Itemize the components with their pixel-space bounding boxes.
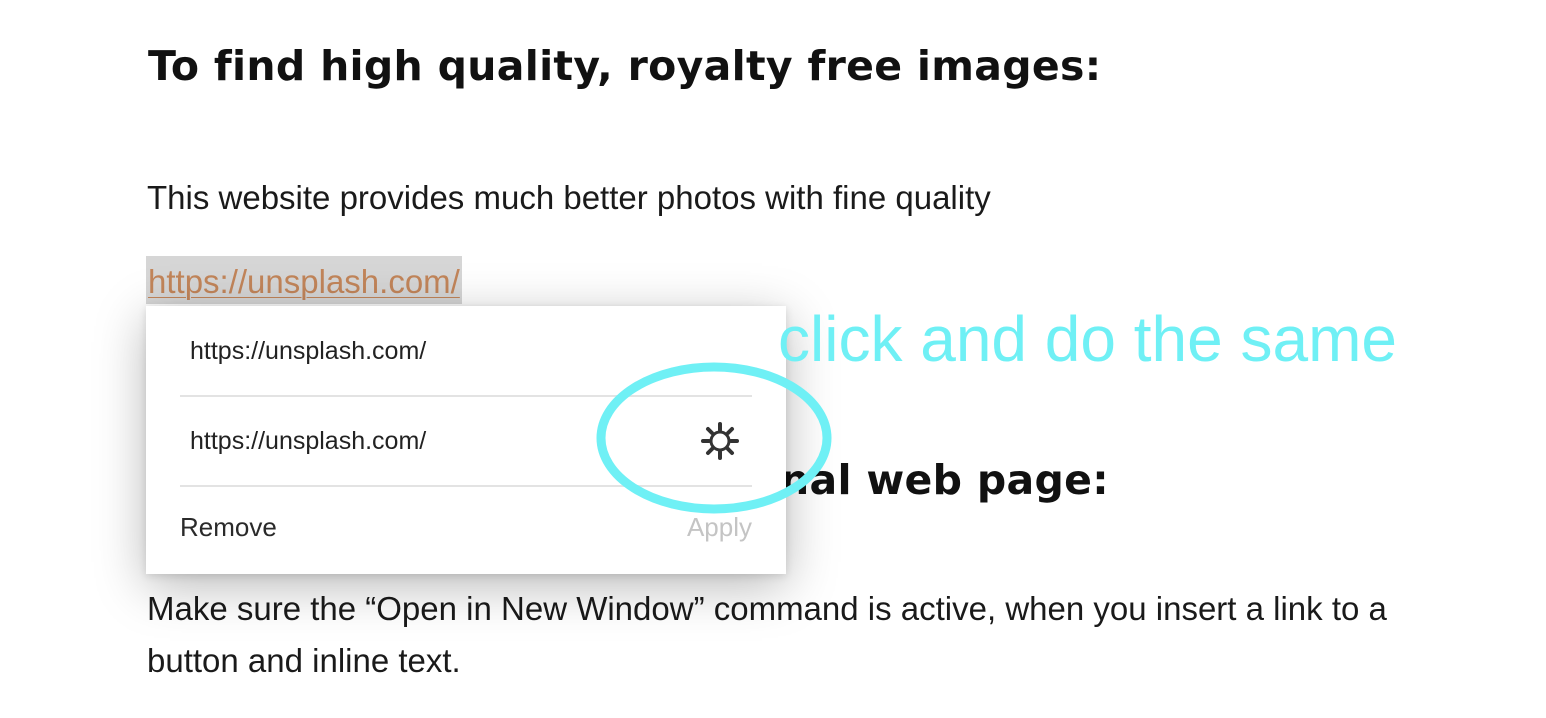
annotation-instruction-text: click and do the same [778,303,1397,375]
popup-actions: Remove Apply [180,506,752,556]
link-url-value[interactable]: https://unsplash.com/ [190,427,426,456]
link-edit-popup: https://unsplash.com/ https://unsplash.c… [146,306,786,574]
gear-icon[interactable] [700,421,740,461]
selected-link-text[interactable]: https://unsplash.com/ [146,256,462,304]
link-text-value[interactable]: https://unsplash.com/ [190,337,426,366]
link-url-field[interactable]: https://unsplash.com/ [180,395,752,487]
section-heading-royalty-free-images: To find high quality, royalty free image… [148,42,1102,90]
paragraph-open-new-window: Make sure the “Open in New Window” comma… [147,590,1387,679]
paragraph-website-description: This website provides much better photos… [147,179,991,216]
link-text-field[interactable]: https://unsplash.com/ [180,306,752,396]
remove-link-button[interactable]: Remove [180,512,277,543]
apply-link-button[interactable]: Apply [687,512,752,543]
section-heading-external-web-page: nal web page: [780,456,1109,504]
